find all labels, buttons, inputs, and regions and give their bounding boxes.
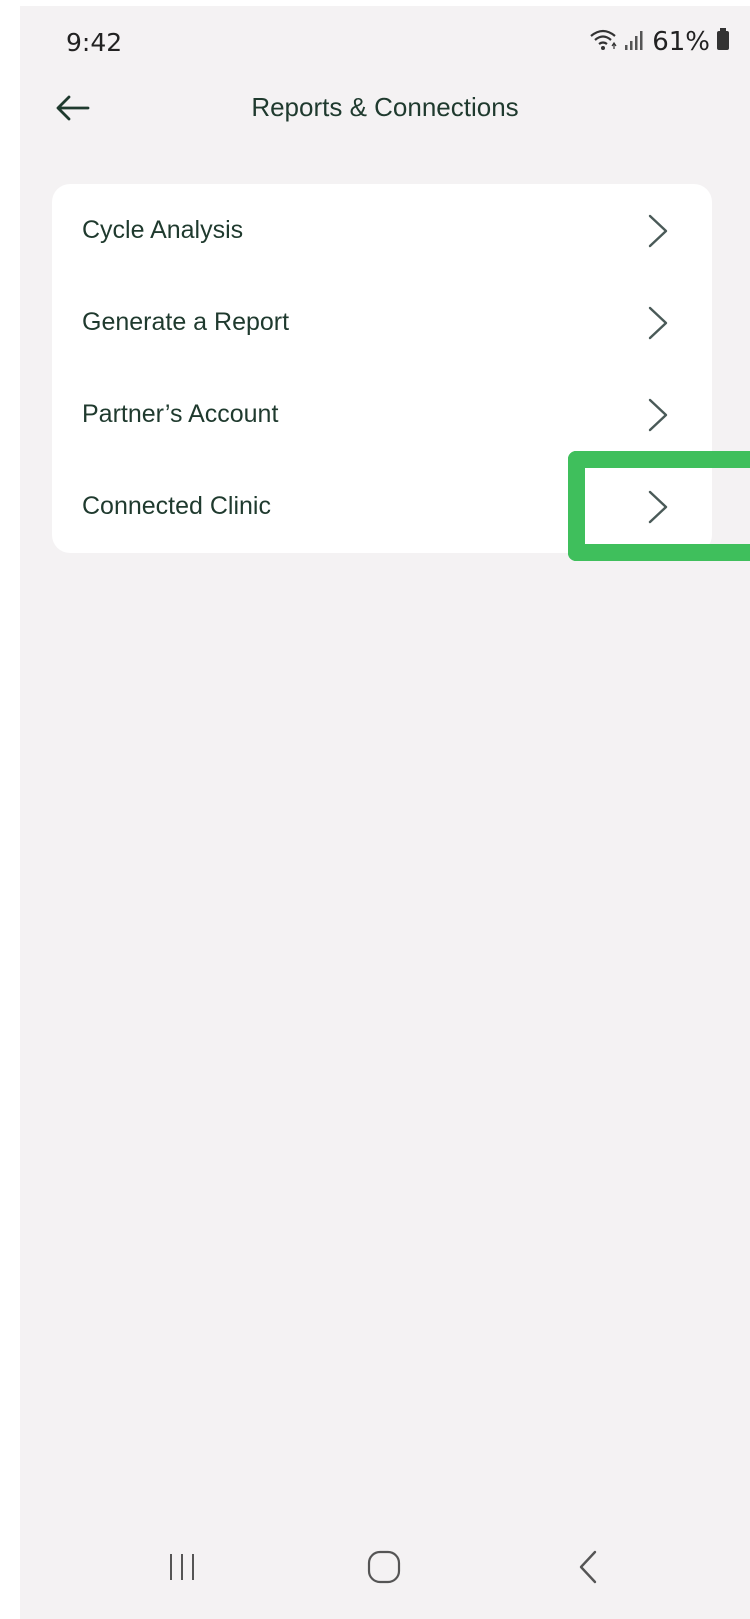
menu-item-label: Cycle Analysis xyxy=(82,216,244,244)
home-button[interactable] xyxy=(354,1547,414,1591)
battery-icon xyxy=(716,27,730,56)
menu-item-label: Generate a Report xyxy=(82,308,290,336)
app-screen: 9:42 61% Reports & Connections Cycle Ana… xyxy=(20,6,750,1619)
battery-percentage: 61% xyxy=(652,26,710,57)
chevron-right-icon xyxy=(642,306,672,340)
status-icons: 61% xyxy=(588,26,730,57)
status-time: 9:42 xyxy=(66,28,123,57)
menu-item-connected-clinic[interactable]: Connected Clinic xyxy=(52,460,712,552)
recent-apps-button[interactable] xyxy=(152,1547,212,1591)
page-title: Reports & Connections xyxy=(251,92,519,122)
system-nav-bar xyxy=(20,1519,750,1619)
home-icon xyxy=(366,1549,402,1590)
signal-icon xyxy=(624,27,646,56)
status-bar: 9:42 61% xyxy=(20,6,750,76)
menu-item-label: Connected Clinic xyxy=(82,492,271,520)
system-back-button[interactable] xyxy=(558,1547,618,1591)
menu-item-generate-report[interactable]: Generate a Report xyxy=(52,276,712,368)
menu-card: Cycle Analysis Generate a Report Partner… xyxy=(52,184,712,553)
menu-item-cycle-analysis[interactable]: Cycle Analysis xyxy=(52,184,712,276)
back-icon xyxy=(573,1549,603,1590)
chevron-right-icon xyxy=(642,214,672,248)
app-header: Reports & Connections xyxy=(20,76,750,146)
wifi-icon xyxy=(588,26,618,57)
menu-item-label: Partner’s Account xyxy=(82,400,279,428)
menu-item-partners-account[interactable]: Partner’s Account xyxy=(52,368,712,460)
chevron-right-icon[interactable] xyxy=(642,490,672,524)
recent-apps-icon xyxy=(165,1550,199,1589)
chevron-right-icon xyxy=(642,398,672,432)
